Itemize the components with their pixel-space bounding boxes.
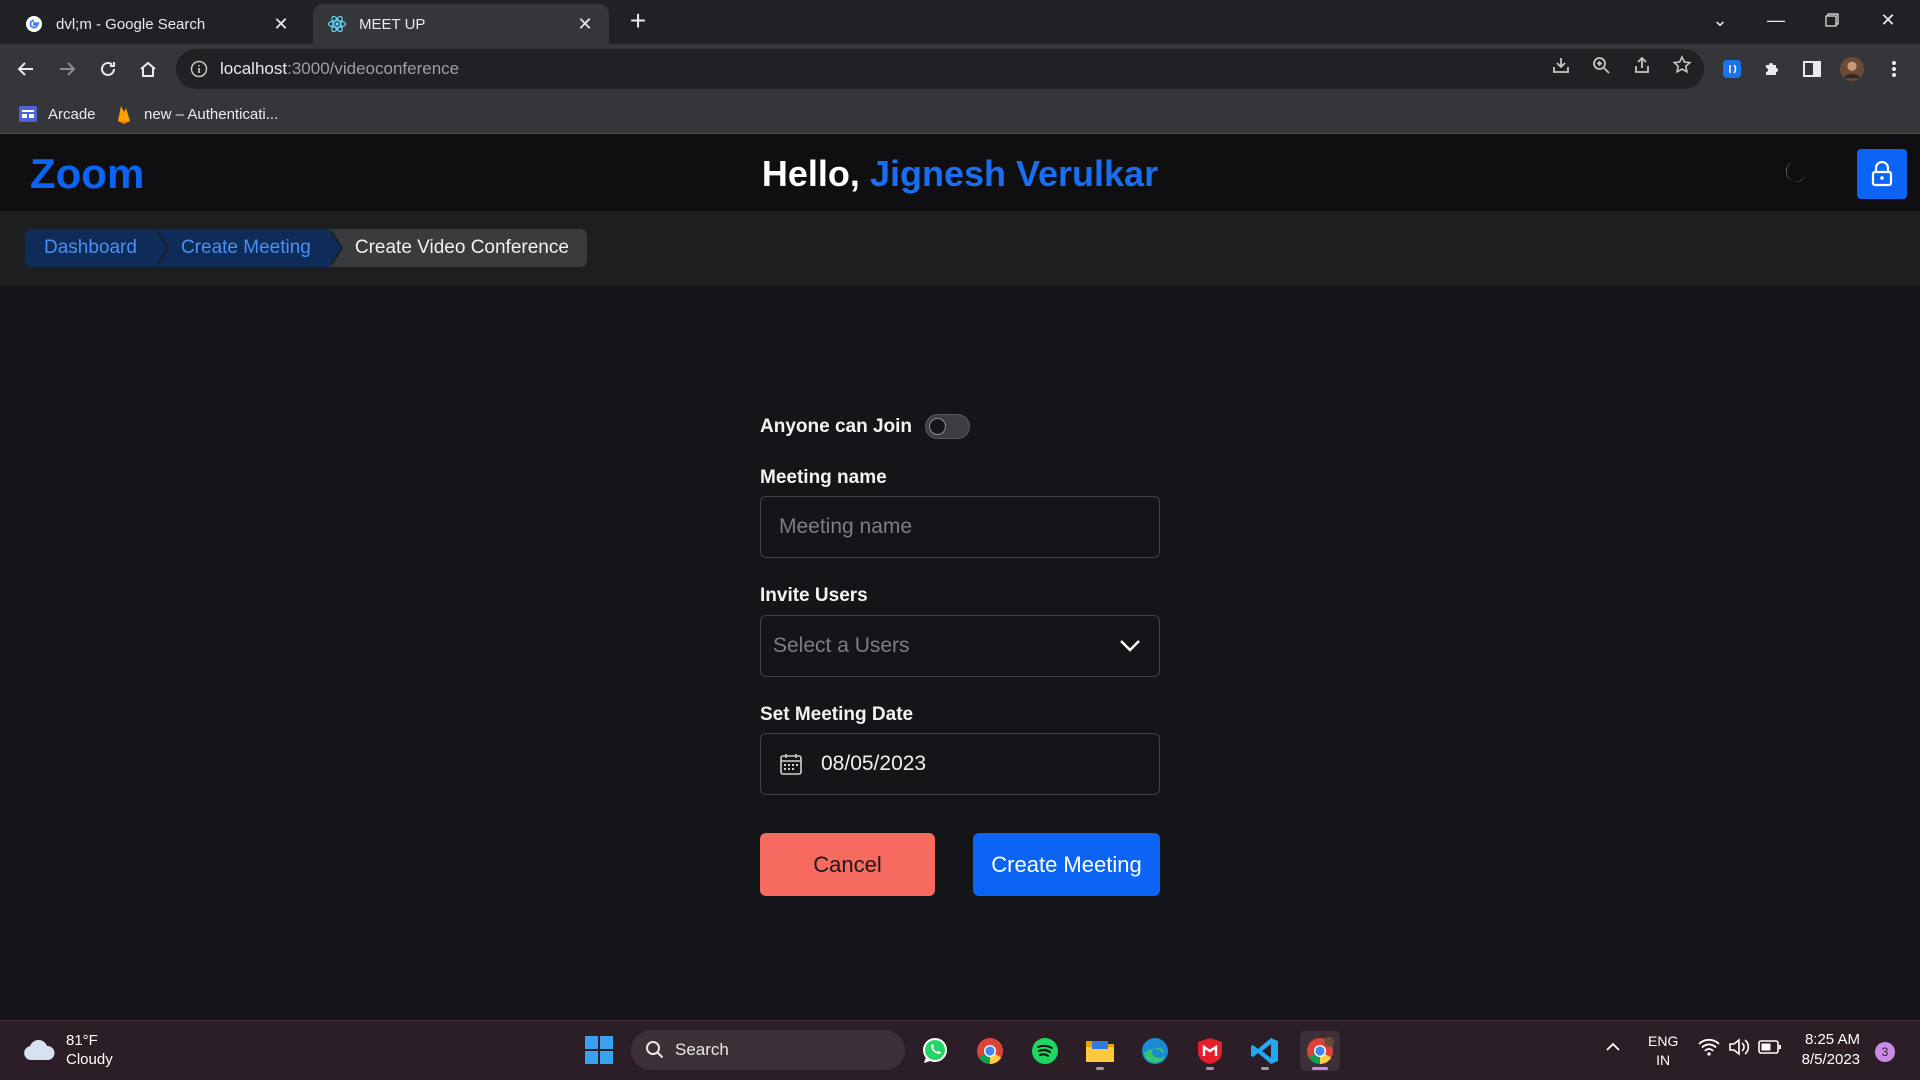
meeting-name-label: Meeting name (760, 467, 887, 488)
meeting-name-input[interactable]: Meeting name (760, 496, 1160, 558)
breadcrumb-bar: Dashboard Create Meeting Create Video Co… (0, 211, 1920, 286)
browser-toolbar: localhost:3000/videoconference (0, 44, 1920, 94)
address-bar[interactable]: localhost:3000/videoconference (176, 49, 1704, 89)
breadcrumb-label: Create Video Conference (354, 237, 569, 258)
bookmark-label: new – Authenticati... (144, 105, 279, 123)
back-icon[interactable] (10, 53, 42, 85)
chrome-icon[interactable] (970, 1031, 1010, 1071)
bookmarks-bar: Arcade new – Authenticati... (0, 94, 1920, 134)
battery-icon[interactable] (1758, 1038, 1782, 1060)
vscode-icon[interactable] (1245, 1031, 1285, 1071)
clock-time: 8:25 AM (1804, 1031, 1860, 1048)
breadcrumb-label: Create Meeting (180, 237, 311, 258)
anyone-can-join-label: Anyone can Join (760, 415, 913, 437)
system-clock[interactable]: 8:25 AM 8/5/2023 (1790, 1030, 1860, 1070)
search-icon (646, 1041, 664, 1059)
new-tab-button[interactable]: + (622, 6, 654, 38)
zoom-icon[interactable] (1589, 53, 1613, 77)
breadcrumb-label: Dashboard (44, 237, 137, 258)
wifi-icon[interactable] (1698, 1038, 1720, 1060)
site-info-icon[interactable] (190, 60, 208, 78)
breadcrumb: Dashboard Create Meeting Create Video Co… (25, 229, 587, 267)
greeting-prefix: Hello, (761, 153, 870, 194)
theme-toggle-moon-icon[interactable] (1780, 157, 1810, 187)
invite-users-placeholder: Select a Users (773, 634, 910, 657)
chrome-profile-icon[interactable] (1300, 1031, 1340, 1071)
install-app-icon[interactable] (1549, 53, 1573, 77)
app-header: Zoom Hello, Jignesh Verulkar (0, 135, 1920, 211)
side-panel-icon[interactable] (1800, 57, 1824, 81)
close-tab-icon[interactable]: ✕ (575, 14, 595, 35)
language-region: IN (1656, 1052, 1671, 1068)
anyone-can-join-row: Anyone can Join (760, 414, 971, 439)
cancel-button[interactable]: Cancel (760, 833, 935, 896)
user-name: Jignesh Verulkar (869, 153, 1159, 194)
file-explorer-icon[interactable] (1080, 1031, 1120, 1071)
weather-widget[interactable]: 81°F Cloudy (22, 1031, 113, 1069)
tab-search-icon[interactable]: ⌄ (1692, 0, 1748, 40)
bookmark-star-icon[interactable] (1670, 53, 1694, 77)
home-icon[interactable] (132, 53, 164, 85)
breadcrumb-dashboard[interactable]: Dashboard (25, 229, 169, 267)
arcade-icon (19, 106, 37, 122)
bookmark-authentication[interactable]: new – Authenticati... (114, 102, 278, 126)
reload-icon[interactable] (92, 53, 124, 85)
weather-temperature: 81°F (66, 1032, 98, 1049)
anyone-can-join-toggle[interactable] (925, 414, 971, 439)
logout-button[interactable] (1857, 149, 1907, 199)
meeting-date-label: Set Meeting Date (760, 704, 914, 725)
meeting-date-input[interactable]: 08/05/2023 (760, 733, 1160, 795)
extension-badge-icon[interactable] (1720, 57, 1744, 81)
windows-start-icon[interactable] (584, 1035, 614, 1065)
chevron-down-icon (1120, 640, 1140, 652)
notification-badge[interactable]: 3 (1875, 1042, 1895, 1062)
tab-title: dvl;m - Google Search (56, 15, 206, 33)
taskbar-search[interactable]: Search (631, 1030, 905, 1070)
url-host: localhost (220, 59, 288, 78)
close-window-icon[interactable]: ✕ (1860, 0, 1916, 40)
bookmark-arcade[interactable]: Arcade (18, 102, 96, 126)
language-code: ENG (1648, 1033, 1679, 1049)
weather-description: Cloudy (66, 1051, 113, 1068)
taskbar-search-label: Search (675, 1040, 729, 1059)
url-path: :3000/videoconference (287, 59, 460, 78)
react-icon (327, 14, 347, 34)
firebase-icon (118, 106, 130, 124)
forward-icon[interactable] (51, 53, 83, 85)
profile-avatar[interactable] (1840, 57, 1864, 81)
edge-icon[interactable] (1135, 1031, 1175, 1071)
breadcrumb-create-video-conference: Create Video Conference (328, 229, 587, 267)
clock-date: 8/5/2023 (1801, 1051, 1860, 1068)
tab-meet-up[interactable]: MEET UP ✕ (313, 4, 609, 44)
calendar-icon[interactable] (779, 752, 803, 776)
extensions-puzzle-icon[interactable] (1760, 57, 1784, 81)
create-meeting-button[interactable]: Create Meeting (973, 833, 1160, 896)
breadcrumb-create-meeting[interactable]: Create Meeting (154, 229, 343, 267)
language-indicator[interactable]: ENG IN (1648, 1032, 1678, 1070)
cloud-icon (24, 1040, 55, 1060)
invite-users-select[interactable]: Select a Users (760, 615, 1160, 677)
close-tab-icon[interactable]: ✕ (271, 14, 291, 35)
mcafee-icon[interactable] (1190, 1031, 1230, 1071)
whatsapp-icon[interactable] (915, 1031, 955, 1071)
tab-title: MEET UP (359, 15, 426, 33)
volume-icon[interactable] (1728, 1038, 1750, 1060)
restore-icon[interactable] (1804, 0, 1860, 40)
tab-google-search[interactable]: dvl;m - Google Search ✕ (10, 4, 305, 44)
meeting-name-placeholder: Meeting name (779, 515, 913, 538)
lock-icon (1871, 161, 1893, 187)
menu-kebab-icon[interactable] (1882, 57, 1906, 81)
minimize-icon[interactable]: — (1748, 0, 1804, 40)
windows-taskbar: 81°F Cloudy Search ENG IN 8:25 AM 8/5/20… (0, 1020, 1920, 1080)
show-hidden-icons-icon[interactable] (1604, 1038, 1622, 1060)
invite-users-label: Invite Users (760, 585, 868, 606)
greeting: Hello, Jignesh Verulkar (0, 153, 1920, 195)
bookmark-label: Arcade (48, 105, 96, 123)
meeting-date-value: 08/05/2023 (821, 752, 927, 775)
share-icon[interactable] (1630, 53, 1654, 77)
google-icon (24, 14, 44, 34)
spotify-icon[interactable] (1025, 1031, 1065, 1071)
browser-tab-bar: dvl;m - Google Search ✕ MEET UP ✕ + ⌄ — … (0, 0, 1920, 44)
